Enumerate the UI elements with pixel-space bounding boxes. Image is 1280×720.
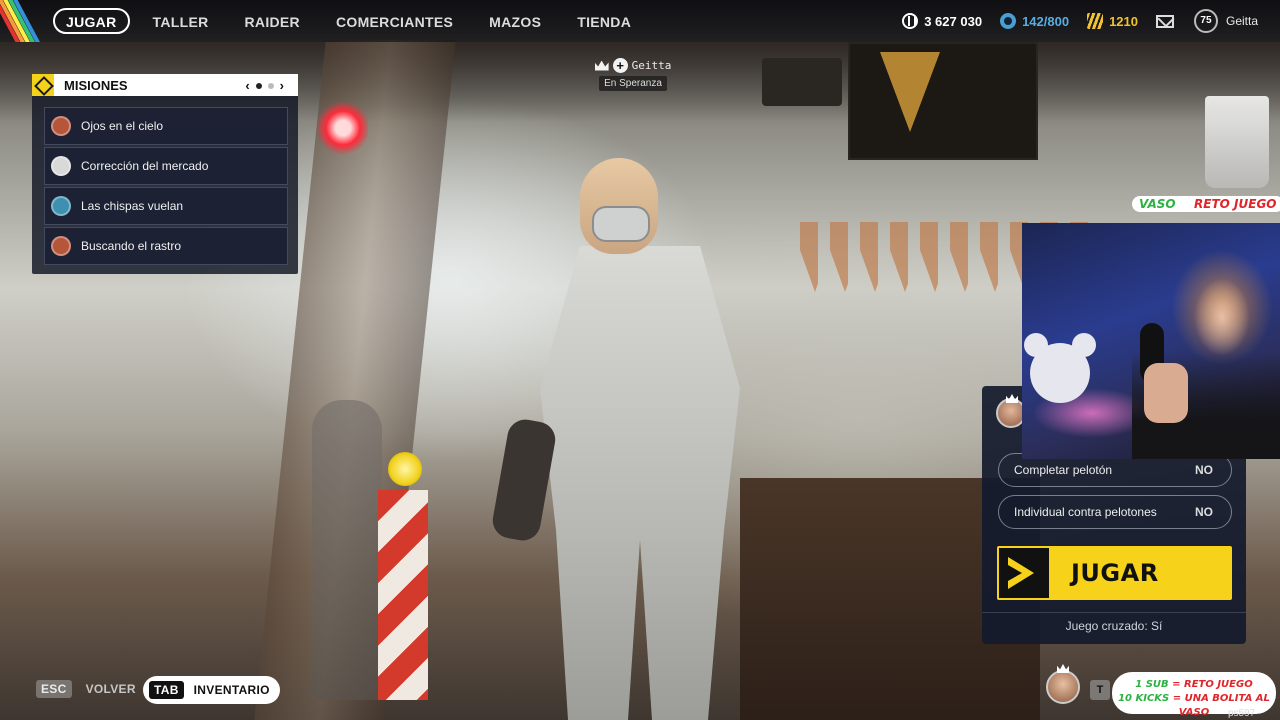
add-friend-plus-icon[interactable]: + [612,58,628,73]
player-nametag: + Geitta En Speranza [588,58,678,91]
credits-display[interactable]: 3 627 030 [902,13,982,29]
water-glass [1205,96,1269,188]
mission-giver-avatar [51,116,71,136]
play-button[interactable]: JUGAR [997,546,1232,600]
nametag-name: Geitta [631,59,672,72]
solo-vs-squads-toggle[interactable]: Individual contra pelotones NO [998,495,1232,529]
tab-key: TAB [149,681,184,699]
mission-item[interactable]: Buscando el rastro [44,227,288,265]
rainbow-stripes-logo [0,0,42,42]
tokens-display[interactable]: 142/800 [1000,13,1069,29]
gold-value: 1210 [1109,13,1138,29]
profile-name[interactable]: Geitta [1226,14,1258,28]
mail-icon[interactable] [1155,14,1174,28]
inventory-hint[interactable]: TAB INVENTARIO [143,676,280,704]
page-dot-active[interactable] [255,82,262,89]
character-body [540,246,740,720]
coin-icon [902,13,919,29]
crossplay-status: Juego cruzado: Sí [982,612,1246,633]
gold-display[interactable]: 1210 [1087,13,1138,29]
crown-icon [594,60,609,71]
thumbs-up-hand [1144,363,1188,423]
gold-bars-icon [1087,13,1104,29]
top-navigation-bar: JUGAR TALLER RAIDER COMERCIANTES MAZOS T… [0,0,1280,42]
credits-value: 3 627 030 [924,13,983,29]
esc-key: ESC [36,680,72,698]
mission-label: Buscando el rastro [81,239,182,253]
character-glove [489,416,559,544]
background-npc [312,400,382,700]
back-label: VOLVER [85,682,136,696]
mission-giver-avatar [51,236,71,256]
led-down-arrow [880,52,940,132]
page-dot[interactable] [267,82,274,89]
mission-label: Ojos en el cielo [81,119,164,133]
tokens-value: 142/800 [1022,13,1070,29]
next-page-chevron-icon[interactable]: › [280,78,284,93]
token-icon [1000,13,1017,29]
tab-taller[interactable]: TALLER [140,8,222,34]
webcam-overlay [1022,223,1280,459]
tab-raider[interactable]: RAIDER [232,8,313,34]
mission-item[interactable]: Las chispas vuelan [44,187,288,225]
prev-page-chevron-icon[interactable]: ‹ [245,78,249,93]
play-chevron-icon [999,548,1049,598]
tab-mazos[interactable]: MAZOS [476,8,554,34]
striped-barrier [378,490,428,700]
sub-line1-a: 1 SUB [1135,679,1169,690]
security-camera [762,58,842,106]
vaso-challenge-label: VASO = RETO JUEGO [1132,196,1280,212]
option-value: NO [1195,463,1213,477]
mission-giver-avatar [51,156,71,176]
vaso-equals: = [1175,197,1195,211]
red-light-sign [318,100,368,156]
mission-label: Las chispas vuelan [81,199,184,213]
mission-giver-avatar [51,196,71,216]
location-badge: En Speranza [599,76,667,91]
t-key-hint[interactable]: T [1090,680,1110,700]
inventory-label: INVENTARIO [193,683,270,697]
tab-comerciantes[interactable]: COMERCIANTES [323,8,466,34]
missions-header: MISIONES ‹ › [32,74,298,96]
play-button-label: JUGAR [1071,559,1159,587]
tab-tienda[interactable]: TIENDA [564,8,644,34]
friend-avatar[interactable] [1046,670,1080,704]
level-badge[interactable]: 75 [1193,9,1218,33]
sub-line1-b: = RETO JUEGO [1168,679,1253,690]
mission-label: Corrección del mercado [81,159,209,173]
missions-pager: ‹ › [245,78,284,93]
option-label: Completar pelotón [1014,463,1113,477]
currency-bar: 3 627 030 142/800 1210 75 Geitta [902,0,1280,42]
vaso-word: VASO [1139,197,1176,211]
vaso-result: RETO JUEGO [1194,197,1277,211]
main-nav: JUGAR TALLER RAIDER COMERCIANTES MAZOS T… [53,8,654,34]
mission-item[interactable]: Ojos en el cielo [44,107,288,145]
option-label: Individual contra pelotones [1014,505,1157,519]
yellow-lamp [388,452,422,486]
sub-line2-a: 10 KICKS [1118,693,1170,704]
respirator-mask [592,206,650,242]
missions-diamond-icon [32,74,54,96]
mouse-plush [1024,333,1096,403]
back-hint[interactable]: ESC VOLVER [36,680,136,698]
option-value: NO [1195,505,1213,519]
tab-jugar[interactable]: JUGAR [53,8,130,34]
player-character [489,150,780,720]
mission-item[interactable]: Corrección del mercado [44,147,288,185]
led-board [848,42,1038,160]
overlay-handle: ps597 [1228,708,1256,719]
crown-icon [1006,394,1018,403]
missions-title: MISIONES [64,77,128,93]
missions-panel: MISIONES ‹ › Ojos en el cielo Corrección… [32,74,298,274]
